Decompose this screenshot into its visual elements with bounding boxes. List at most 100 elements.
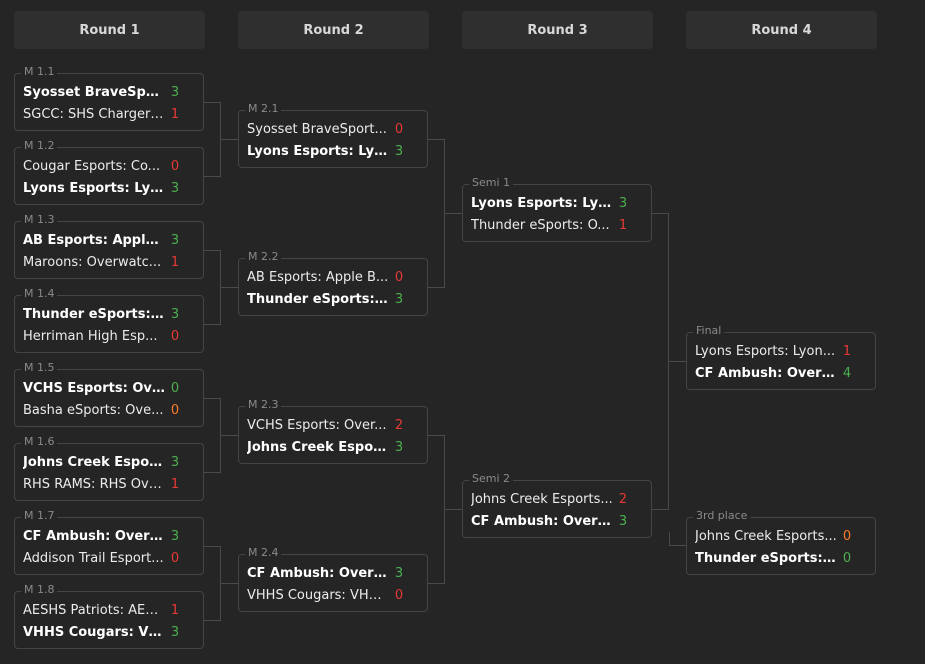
team-name: Syosset BraveSports... <box>23 84 165 100</box>
team-row[interactable]: Thunder eSports: O... 1 <box>471 215 643 235</box>
team-row[interactable]: Johns Creek Esports... 2 <box>471 489 643 509</box>
team-score: 3 <box>170 528 180 544</box>
team-score: 1 <box>618 217 628 233</box>
match-label: Semi 2 <box>469 472 514 486</box>
team-row[interactable]: VCHS Esports: Over... 2 <box>247 415 419 435</box>
match-m1-5[interactable]: M 1.5 VCHS Esports: Ove... 0 Basha eSports:… <box>14 361 204 427</box>
match-label: M 2.1 <box>245 102 282 116</box>
team-score: 1 <box>170 106 180 122</box>
team-score: 1 <box>170 254 180 270</box>
connector-line <box>428 139 444 140</box>
match-label: Final <box>693 324 725 338</box>
team-name: VHHS Cougars: VH... <box>23 624 165 640</box>
team-row[interactable]: AB Esports: Apple B... 0 <box>247 267 419 287</box>
team-row[interactable]: Syosset BraveSport... 0 <box>247 119 419 139</box>
team-row[interactable]: Lyons Esports: Lyon... 1 <box>695 341 867 361</box>
team-row[interactable]: SGCC: SHS Chargers... 1 <box>23 104 195 124</box>
team-name: VCHS Esports: Over... <box>247 417 387 433</box>
connector-line <box>204 546 220 547</box>
team-name: Maroons: Overwatc... <box>23 254 162 270</box>
team-row[interactable]: Thunder eSports: ... 3 <box>247 289 419 309</box>
team-row[interactable]: Basha eSports: Ove... 0 <box>23 400 195 420</box>
team-row[interactable]: Lyons Esports: Lyo... 3 <box>23 178 195 198</box>
team-score: 0 <box>170 402 180 418</box>
team-row[interactable]: VCHS Esports: Ove... 0 <box>23 378 195 398</box>
match-third-place[interactable]: 3rd place Johns Creek Esports... 0 Thunder … <box>686 509 876 575</box>
team-row[interactable]: RHS RAMS: RHS Ove... 1 <box>23 474 195 494</box>
connector-line <box>669 545 686 546</box>
team-row[interactable]: Lyons Esports: Lyo... 3 <box>471 193 643 213</box>
team-row[interactable]: Lyons Esports: Lyo... 3 <box>247 141 419 161</box>
team-score: 0 <box>394 587 404 603</box>
team-name: Lyons Esports: Lyo... <box>471 195 613 211</box>
team-row[interactable]: Maroons: Overwatc... 1 <box>23 252 195 272</box>
team-score: 3 <box>394 565 404 581</box>
connector-line <box>444 509 462 510</box>
team-name: RHS RAMS: RHS Ove... <box>23 476 165 492</box>
team-row[interactable]: VHHS Cougars: VHH... 0 <box>247 585 419 605</box>
match-m1-8[interactable]: M 1.8 AESHS Patriots: AES... 1 VHHS Cougars… <box>14 583 204 649</box>
match-semi-2[interactable]: Semi 2 Johns Creek Esports... 2 CF Ambush: … <box>462 472 652 538</box>
team-row[interactable]: Syosset BraveSports... 3 <box>23 82 195 102</box>
match-label: M 1.5 <box>21 361 58 375</box>
team-score: 3 <box>394 143 404 159</box>
team-row[interactable]: Addison Trail Esport... 0 <box>23 548 195 568</box>
team-row[interactable]: AB Esports: Apple ... 3 <box>23 230 195 250</box>
connector-line <box>444 213 462 214</box>
match-label: M 2.2 <box>245 250 282 264</box>
match-m2-2[interactable]: M 2.2 AB Esports: Apple B... 0 Thunder eSpo… <box>238 250 428 316</box>
team-score: 1 <box>842 343 852 359</box>
match-final[interactable]: Final Lyons Esports: Lyon... 1 CF Ambush: O… <box>686 324 876 390</box>
match-label: M 1.7 <box>21 509 58 523</box>
team-row[interactable]: Herriman High Esp... 0 <box>23 326 195 346</box>
team-row[interactable]: CF Ambush: Overw... 3 <box>23 526 195 546</box>
match-m2-1[interactable]: M 2.1 Syosset BraveSport... 0 Lyons Esports… <box>238 102 428 168</box>
match-m1-1[interactable]: M 1.1 Syosset BraveSports... 3 SGCC: SHS Ch… <box>14 65 204 131</box>
team-row[interactable]: CF Ambush: Overw... 4 <box>695 363 867 383</box>
team-name: Addison Trail Esport... <box>23 550 164 566</box>
match-m2-3[interactable]: M 2.3 VCHS Esports: Over... 2 Johns Creek E… <box>238 398 428 464</box>
match-m1-3[interactable]: M 1.3 AB Esports: Apple ... 3 Maroons: Over… <box>14 213 204 279</box>
team-row[interactable]: Johns Creek Esport... 3 <box>247 437 419 457</box>
match-m1-6[interactable]: M 1.6 Johns Creek Esport... 3 RHS RAMS: RHS… <box>14 435 204 501</box>
team-score: 2 <box>618 491 628 507</box>
team-score: 3 <box>170 84 180 100</box>
team-score: 3 <box>618 513 628 529</box>
team-name: AESHS Patriots: AES... <box>23 602 165 618</box>
team-row[interactable]: AESHS Patriots: AES... 1 <box>23 600 195 620</box>
match-semi-1[interactable]: Semi 1 Lyons Esports: Lyo... 3 Thunder eSpo… <box>462 176 652 242</box>
team-score: 4 <box>842 365 852 381</box>
team-name: Herriman High Esp... <box>23 328 158 344</box>
connector-line <box>204 250 220 251</box>
team-name: Syosset BraveSport... <box>247 121 387 137</box>
team-name: CF Ambush: Overw... <box>471 513 613 529</box>
team-row[interactable]: Thunder eSports: ... 3 <box>23 304 195 324</box>
match-m1-7[interactable]: M 1.7 CF Ambush: Overw... 3 Addison Trail E… <box>14 509 204 575</box>
team-name: AB Esports: Apple ... <box>23 232 165 248</box>
connector-line <box>428 435 444 436</box>
connector-line <box>204 398 220 399</box>
connector-line <box>204 620 220 621</box>
team-row[interactable]: Thunder eSports: ... 0 <box>695 548 867 568</box>
match-m1-4[interactable]: M 1.4 Thunder eSports: ... 3 Herriman High … <box>14 287 204 353</box>
team-row[interactable]: CF Ambush: Overw... 3 <box>471 511 643 531</box>
connector-line <box>204 176 220 177</box>
team-row[interactable]: Cougar Esports: Co... 0 <box>23 156 195 176</box>
team-score: 3 <box>394 291 404 307</box>
match-m2-4[interactable]: M 2.4 CF Ambush: Overw... 3 VHHS Cougars: V… <box>238 546 428 612</box>
team-name: Johns Creek Esports... <box>471 491 613 507</box>
team-row[interactable]: CF Ambush: Overw... 3 <box>247 563 419 583</box>
team-score: 3 <box>170 306 180 322</box>
connector-line <box>652 509 668 510</box>
team-row[interactable]: Johns Creek Esports... 0 <box>695 526 867 546</box>
team-row[interactable]: VHHS Cougars: VH... 3 <box>23 622 195 642</box>
team-score: 0 <box>170 550 180 566</box>
team-name: VCHS Esports: Ove... <box>23 380 165 396</box>
team-row[interactable]: Johns Creek Esport... 3 <box>23 452 195 472</box>
match-m1-2[interactable]: M 1.2 Cougar Esports: Co... 0 Lyons Esports… <box>14 139 204 205</box>
connector-line <box>204 472 220 473</box>
connector-line <box>428 583 444 584</box>
match-label: M 1.6 <box>21 435 58 449</box>
round-title: Round 2 <box>303 22 364 38</box>
match-label: M 1.4 <box>21 287 58 301</box>
